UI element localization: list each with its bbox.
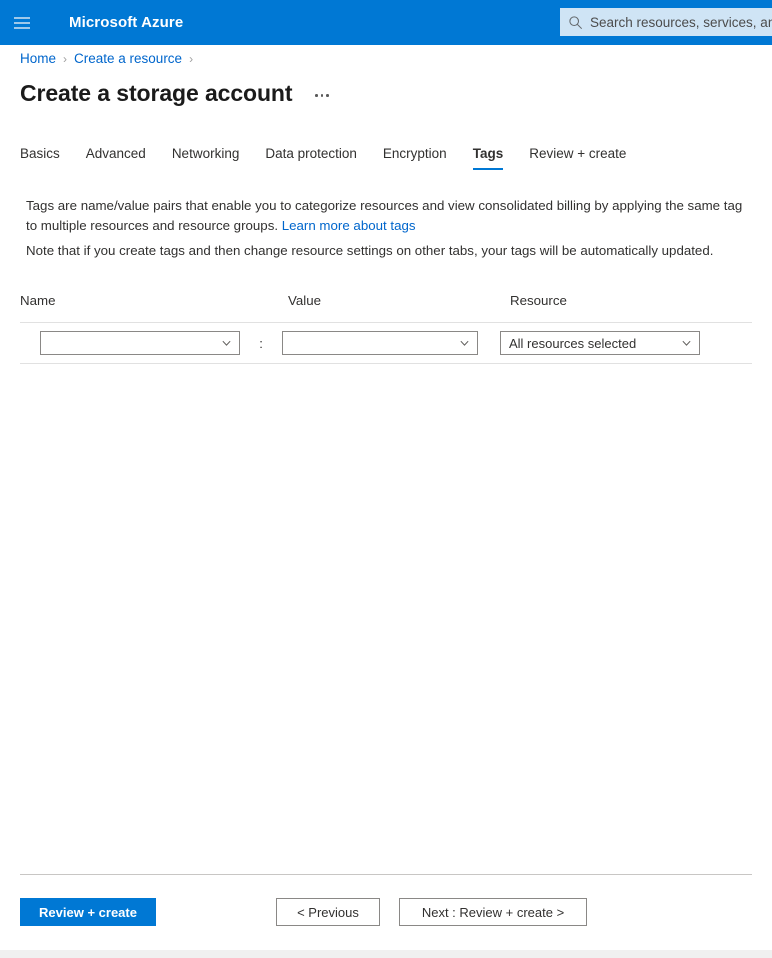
hamburger-icon[interactable] (0, 0, 44, 45)
more-options-icon[interactable] (312, 90, 332, 101)
azure-portal-page: Microsoft Azure Home › Create a resource… (0, 0, 772, 958)
chevron-right-icon: › (189, 51, 194, 66)
tag-name-input[interactable] (40, 331, 240, 355)
tag-name-field[interactable] (49, 335, 215, 351)
global-search-box[interactable] (560, 8, 772, 36)
tab-basics[interactable]: Basics (20, 146, 60, 170)
chevron-right-icon: › (63, 51, 68, 66)
brand-title[interactable]: Microsoft Azure (69, 14, 183, 31)
tab-advanced[interactable]: Advanced (86, 146, 146, 170)
learn-more-about-tags-link[interactable]: Learn more about tags (282, 218, 416, 233)
next-review-create-button[interactable]: Next : Review + create > (399, 898, 587, 926)
breadcrumb: Home › Create a resource › (20, 51, 200, 66)
search-input[interactable] (590, 14, 772, 30)
tags-description: Tags are name/value pairs that enable yo… (26, 196, 744, 236)
tab-data-protection[interactable]: Data protection (265, 146, 357, 170)
top-navigation-bar: Microsoft Azure (0, 0, 772, 45)
chevron-down-icon (460, 340, 469, 346)
tag-value-input[interactable] (282, 331, 478, 355)
tag-separator: : (259, 335, 263, 351)
tab-tags[interactable]: Tags (472, 146, 503, 170)
breadcrumb-item-home[interactable]: Home (20, 51, 56, 66)
tag-resource-value: All resources selected (509, 335, 637, 351)
page-title: Create a storage account (20, 80, 293, 106)
chevron-down-icon (222, 340, 231, 346)
tags-table: Name Value Resource : All resources sele… (20, 293, 752, 364)
search-icon (569, 15, 583, 29)
tags-table-header: Name Value Resource (20, 293, 752, 322)
tag-resource-dropdown[interactable]: All resources selected (500, 331, 700, 355)
wizard-tabs: Basics Advanced Networking Data protecti… (20, 146, 626, 170)
tab-review-create[interactable]: Review + create (529, 146, 626, 170)
breadcrumb-item-create-a-resource[interactable]: Create a resource (74, 51, 182, 66)
page-title-row: Create a storage account (20, 80, 332, 107)
table-divider-bottom (20, 363, 752, 364)
column-header-name: Name (20, 293, 56, 308)
chevron-down-icon (682, 340, 691, 346)
footer-divider (20, 874, 752, 875)
column-header-resource: Resource (510, 293, 567, 308)
bottom-strip (0, 950, 772, 958)
column-header-value: Value (288, 293, 322, 308)
wizard-footer: Review + create < Previous Next : Review… (0, 898, 772, 928)
tab-networking[interactable]: Networking (172, 146, 240, 170)
review-create-button[interactable]: Review + create (20, 898, 156, 926)
previous-button[interactable]: < Previous (276, 898, 380, 926)
table-row: : All resources selected (20, 323, 752, 363)
tags-note: Note that if you create tags and then ch… (26, 243, 714, 258)
tab-encryption[interactable]: Encryption (383, 146, 447, 170)
tag-value-field[interactable] (291, 335, 453, 351)
